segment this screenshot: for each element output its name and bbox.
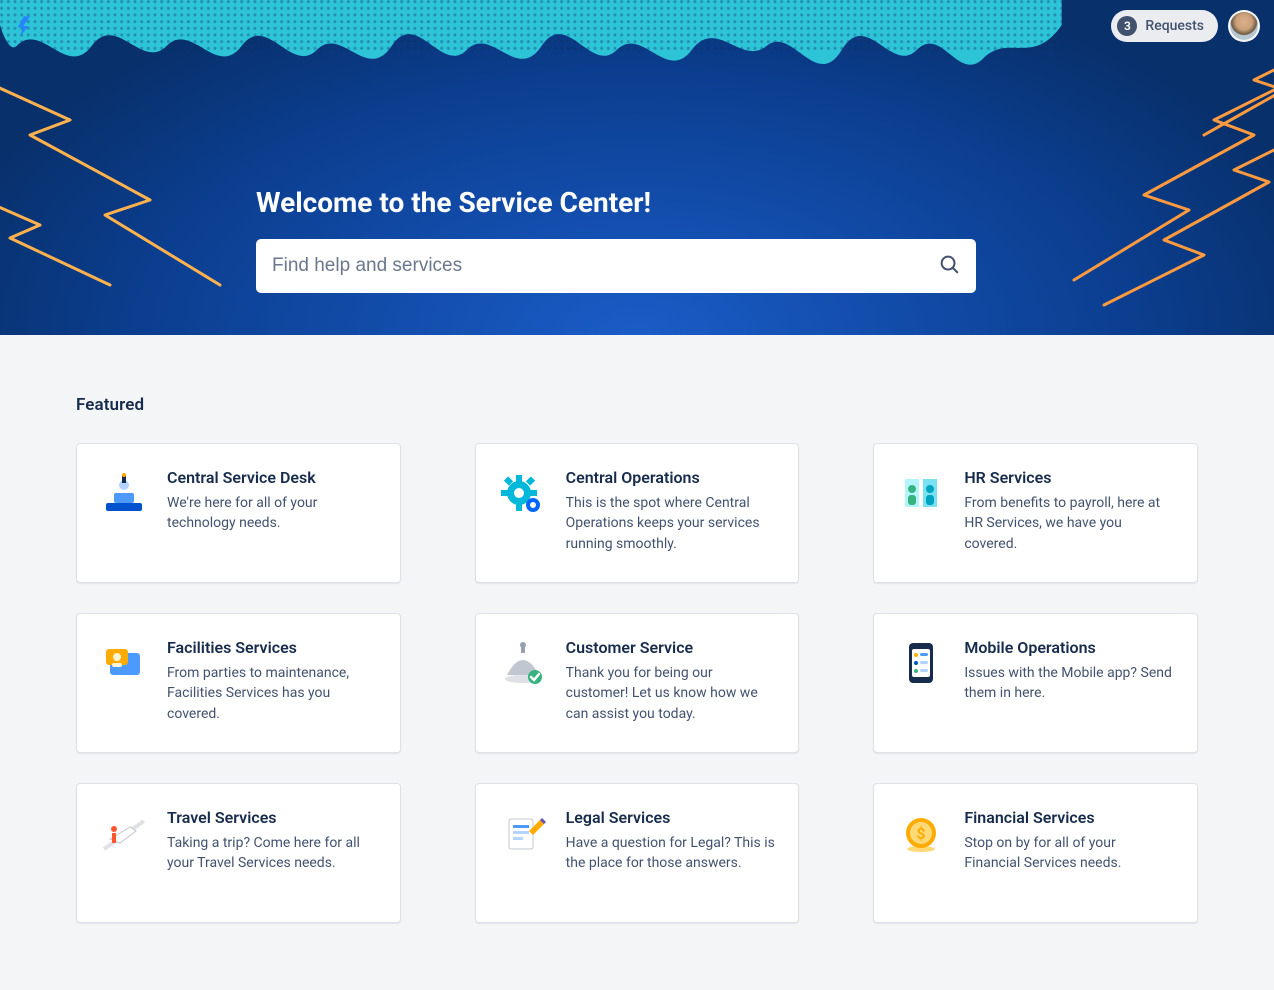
avatar[interactable] xyxy=(1228,10,1260,42)
search-container xyxy=(256,239,976,293)
mobile-phone-icon xyxy=(896,638,946,688)
search-input[interactable] xyxy=(272,255,938,277)
legal-doc-icon xyxy=(498,808,548,858)
card-description: Taking a trip? Come here for all your Tr… xyxy=(167,833,378,874)
card-title: Central Operations xyxy=(566,468,777,487)
card-title: Financial Services xyxy=(964,808,1175,827)
financial-coin-icon: $ xyxy=(896,808,946,858)
service-card[interactable]: Central Service Desk We're here for all … xyxy=(76,443,401,583)
card-title: Central Service Desk xyxy=(167,468,378,487)
card-title: Legal Services xyxy=(566,808,777,827)
page-title: Welcome to the Service Center! xyxy=(256,186,976,219)
card-description: This is the spot where Central Operation… xyxy=(566,493,777,554)
section-title: Featured xyxy=(76,395,1198,415)
service-card[interactable]: HR Services From benefits to payroll, he… xyxy=(873,443,1198,583)
card-description: From parties to maintenance, Facilities … xyxy=(167,663,378,724)
service-desk-icon xyxy=(99,468,149,518)
travel-plane-icon xyxy=(99,808,149,858)
svg-text:$: $ xyxy=(917,824,926,843)
card-description: We're here for all of your technology ne… xyxy=(167,493,378,534)
card-description: Issues with the Mobile app? Send them in… xyxy=(964,663,1175,704)
card-description: Stop on by for all of your Financial Ser… xyxy=(964,833,1175,874)
main-content: Featured Central Service Desk We're here… xyxy=(0,335,1274,983)
search-icon[interactable] xyxy=(938,253,960,279)
app-logo-icon[interactable] xyxy=(14,14,38,38)
facilities-card-icon xyxy=(99,638,149,688)
requests-button[interactable]: 3 Requests xyxy=(1111,10,1218,42)
service-card[interactable]: Mobile Operations Issues with the Mobile… xyxy=(873,613,1198,753)
card-description: Have a question for Legal? This is the p… xyxy=(566,833,777,874)
service-card[interactable]: Legal Services Have a question for Legal… xyxy=(475,783,800,923)
requests-label: Requests xyxy=(1145,18,1204,34)
service-card[interactable]: Central Operations This is the spot wher… xyxy=(475,443,800,583)
hero-banner: 3 Requests Welcome to the Service Center… xyxy=(0,0,1274,335)
card-title: Facilities Services xyxy=(167,638,378,657)
requests-count-badge: 3 xyxy=(1117,16,1137,36)
featured-grid: Central Service Desk We're here for all … xyxy=(76,443,1198,923)
top-bar: 3 Requests xyxy=(0,4,1274,48)
hr-people-icon xyxy=(896,468,946,518)
card-description: Thank you for being our customer! Let us… xyxy=(566,663,777,724)
customer-tray-icon xyxy=(498,638,548,688)
card-title: Travel Services xyxy=(167,808,378,827)
service-card[interactable]: Customer Service Thank you for being our… xyxy=(475,613,800,753)
service-card[interactable]: Facilities Services From parties to main… xyxy=(76,613,401,753)
service-card[interactable]: Travel Services Taking a trip? Come here… xyxy=(76,783,401,923)
card-title: Customer Service xyxy=(566,638,777,657)
card-title: HR Services xyxy=(964,468,1175,487)
operations-gear-icon xyxy=(498,468,548,518)
service-card[interactable]: $ Financial Services Stop on by for all … xyxy=(873,783,1198,923)
card-title: Mobile Operations xyxy=(964,638,1175,657)
card-description: From benefits to payroll, here at HR Ser… xyxy=(964,493,1175,554)
